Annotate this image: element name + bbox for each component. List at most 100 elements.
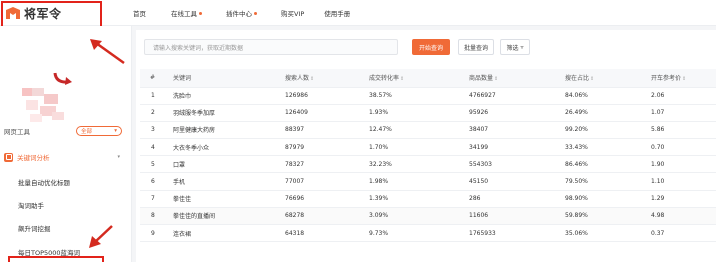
table-cell: 8 <box>140 207 173 226</box>
table-cell[interactable]: 洗脸巾 <box>173 87 285 105</box>
table-cell: 1.39% <box>369 190 469 208</box>
search-input[interactable]: 请输入搜索关键词，获取近期数据 <box>144 39 398 55</box>
sort-icon[interactable]: ⇕ <box>494 76 498 82</box>
table-cell: 77007 <box>285 172 369 191</box>
table-cell[interactable]: 连衣裙 <box>173 224 285 243</box>
table-row[interactable]: 9 连衣裙 64318 9.73% 1765933 35.06% 0.37 <box>140 224 716 243</box>
table-cell: 84.06% <box>565 87 651 105</box>
start-query-button[interactable]: 开始查询 <box>412 39 450 55</box>
table-cell: 11606 <box>469 207 565 226</box>
nav-item[interactable]: 使用手册 <box>324 8 350 18</box>
filter-button[interactable]: 筛选 ▿ <box>500 39 530 55</box>
table-row[interactable]: 6 手机 77007 1.98% 45150 79.50% 1.10 <box>140 172 716 191</box>
section-label: 关键词分析 <box>17 154 50 162</box>
table-row[interactable]: 2 羽绒服冬季加厚 126409 1.93% 95926 26.49% 1.07 <box>140 104 716 122</box>
nav-item-label: 使用手册 <box>324 10 351 18</box>
nav-item-label: 购买VIP <box>281 10 305 18</box>
table-cell: 554303 <box>469 155 565 174</box>
tools-filter-select[interactable]: 全部 ▾ <box>76 126 122 136</box>
table-row[interactable]: 4 大衣冬季小众 87979 1.70% 34199 33.43% 0.70 <box>140 138 716 157</box>
table-cell: 45150 <box>469 172 565 191</box>
top-bar: 将军令 首页 在线工具 插件中心 购买VIP 使用手册 <box>0 0 716 26</box>
table-cell[interactable]: 拳佳佳的直播间 <box>173 207 285 226</box>
table-cell: 33.43% <box>565 138 651 157</box>
table-cell: 38407 <box>469 121 565 140</box>
table-cell: 79.50% <box>565 172 651 191</box>
avatar <box>22 88 64 122</box>
table-cell: 2 <box>140 104 173 122</box>
table-cell: 7 <box>140 190 173 208</box>
sort-icon[interactable]: ⇕ <box>310 76 314 82</box>
annotation-box-sidebar <box>8 256 104 262</box>
table-cell: 126409 <box>285 104 369 122</box>
table-cell[interactable]: 羽绒服冬季加厚 <box>173 104 285 122</box>
table-cell[interactable]: 大衣冬季小众 <box>173 138 285 157</box>
column-header[interactable]: 搜在占比⇕ <box>565 69 651 88</box>
dot-icon <box>199 11 202 15</box>
sort-icon[interactable]: ⇕ <box>682 76 686 82</box>
filter-label: 筛选 <box>506 44 519 52</box>
table-cell: 4766927 <box>469 87 565 105</box>
annotation-arrow-icon <box>90 39 125 65</box>
sidebar-item-word-helper[interactable]: 淘词助手 <box>18 200 44 210</box>
table-cell[interactable]: 手机 <box>173 172 285 191</box>
table-cell: 88397 <box>285 121 369 140</box>
table-cell: 0.70 <box>651 138 716 157</box>
table-cell: 4 <box>140 138 173 157</box>
table-cell: 87979 <box>285 138 369 157</box>
table-cell: 34199 <box>469 138 565 157</box>
table-cell: 99.20% <box>565 121 651 140</box>
table-row[interactable]: 7 拳佳佳 76696 1.39% 286 98.90% 1.29 <box>140 190 716 208</box>
sidebar-item-rising-words[interactable]: 飙升词挖掘 <box>18 223 51 233</box>
sidebar-item-batch-title[interactable]: 批量自动优化标题 <box>18 177 70 187</box>
tools-filter-value: 全部 <box>81 129 93 135</box>
table-cell: 9.73% <box>369 224 469 243</box>
nav-item[interactable]: 首页 <box>133 8 146 18</box>
table-cell: 1.10 <box>651 172 716 191</box>
main-content: 请输入搜索关键词，获取近期数据 开始查询 批量查询 筛选 ▿ # 关键词 搜索人数⇕… <box>136 30 716 262</box>
table-cell: 3 <box>140 121 173 140</box>
column-header-label: 关键词 <box>173 75 192 83</box>
column-header[interactable]: 开车参考价⇕ <box>651 69 716 88</box>
table-cell: 1765933 <box>469 224 565 243</box>
table-cell: 1.07 <box>651 104 716 122</box>
table-cell: 6 <box>140 172 173 191</box>
table-cell: 98.90% <box>565 190 651 208</box>
column-header[interactable]: 商品数量⇕ <box>469 69 565 88</box>
column-header[interactable]: 搜索人数⇕ <box>285 69 369 88</box>
table-row[interactable]: 1 洗脸巾 126986 38.57% 4766927 84.06% 2.06 <box>140 87 716 105</box>
table-cell: 1.29 <box>651 190 716 208</box>
table-cell: 0.37 <box>651 224 716 243</box>
nav-item[interactable]: 插件中心 <box>226 8 257 18</box>
nav-item-label: 插件中心 <box>226 10 252 18</box>
table-row[interactable]: 3 阿里健康大药房 88397 12.47% 38407 99.20% 5.86 <box>140 121 716 140</box>
table-cell[interactable]: 口罩 <box>173 155 285 174</box>
sidebar-section-keyword-analysis[interactable]: 关键词分析 ▾ <box>4 150 128 164</box>
batch-query-button[interactable]: 批量查询 <box>458 39 494 55</box>
sort-icon[interactable]: ⇕ <box>400 76 404 82</box>
tools-filter-row: 网页工具 全部 ▾ <box>0 125 132 137</box>
sort-icon[interactable]: ⇕ <box>590 76 594 82</box>
table-cell: 1.90 <box>651 155 716 174</box>
table-cell: 64318 <box>285 224 369 243</box>
table-cell: 12.47% <box>369 121 469 140</box>
curved-arrow-icon <box>53 72 72 85</box>
table-cell: 3.09% <box>369 207 469 226</box>
table-header-row: # 关键词 搜索人数⇕ 成交转化率⇕ 商品数量⇕ 搜在占比⇕ 开车参考价⇕ <box>140 69 716 88</box>
table-cell: 35.06% <box>565 224 651 243</box>
table-row[interactable]: 5 口罩 78327 32.23% 554303 86.46% 1.90 <box>140 155 716 174</box>
table-cell: 95926 <box>469 104 565 122</box>
nav-item[interactable]: 购买VIP <box>281 8 304 18</box>
table-cell: 78327 <box>285 155 369 174</box>
column-header-label: 商品数量 <box>469 75 494 83</box>
table-cell[interactable]: 阿里健康大药房 <box>173 121 285 140</box>
column-header: 关键词 <box>173 69 285 88</box>
table-cell: 1.98% <box>369 172 469 191</box>
nav-item[interactable]: 在线工具 <box>171 8 202 18</box>
table-cell: 2.06 <box>651 87 716 105</box>
table-row[interactable]: 8 拳佳佳的直播间 68278 3.09% 11606 59.89% 4.98 <box>140 207 716 226</box>
table-cell[interactable]: 拳佳佳 <box>173 190 285 208</box>
table-cell: 1 <box>140 87 173 105</box>
table-cell: 68278 <box>285 207 369 226</box>
column-header[interactable]: 成交转化率⇕ <box>369 69 469 88</box>
